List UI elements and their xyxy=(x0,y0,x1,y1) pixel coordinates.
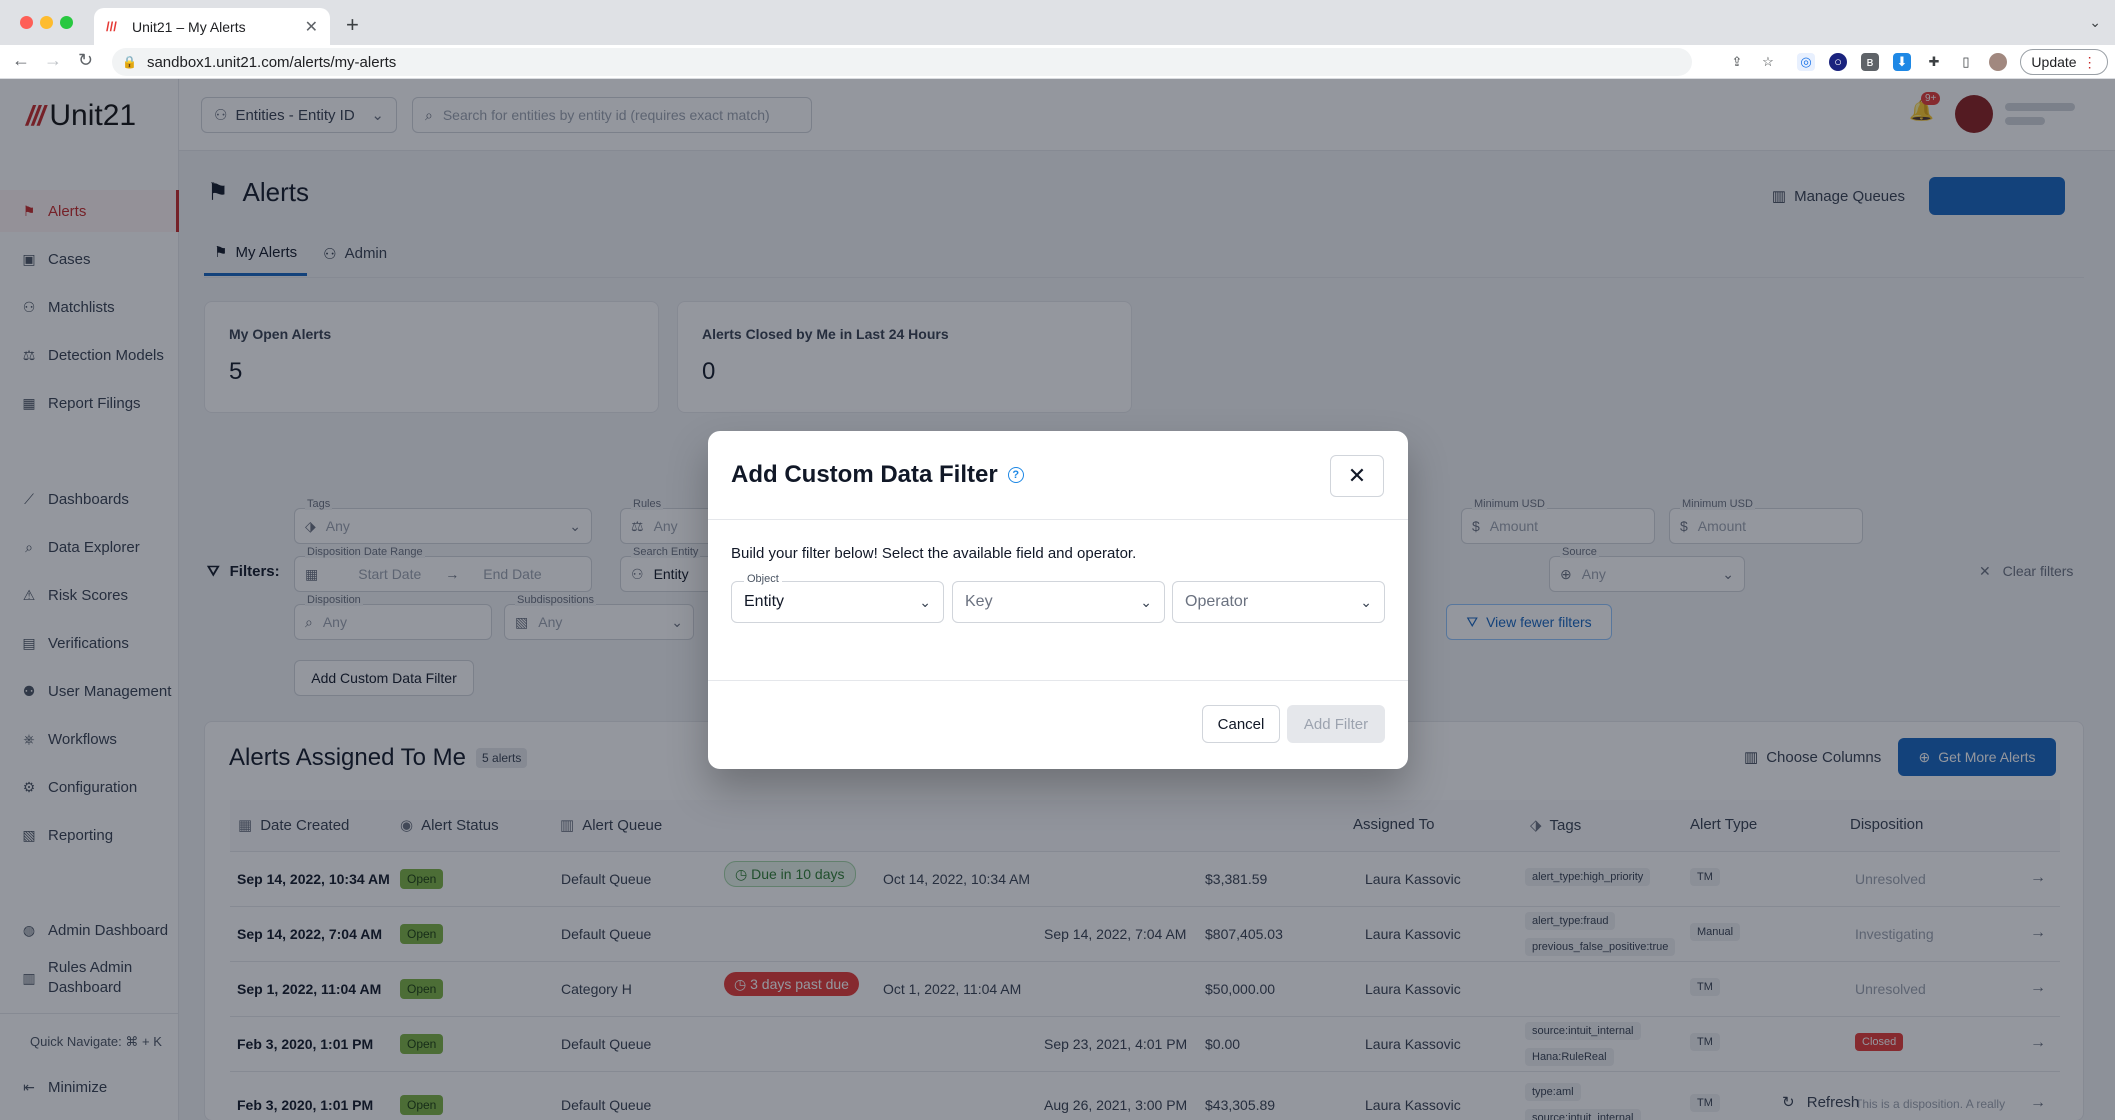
modal-description: Build your filter below! Select the avai… xyxy=(731,545,1137,562)
back-arrow-icon[interactable]: ← xyxy=(12,50,30,71)
lock-icon: 🔒 xyxy=(122,55,137,69)
download-icon[interactable]: ⬇ xyxy=(1893,53,1911,71)
address-url: sandbox1.unit21.com/alerts/my-alerts xyxy=(146,53,397,71)
object-value: Entity xyxy=(744,593,785,610)
tab-search-chevron-icon[interactable]: ⌄ xyxy=(2089,14,2101,31)
minimize-window-button[interactable] xyxy=(40,16,53,29)
add-custom-data-filter-modal: Add Custom Data Filter ? ✕ Build your fi… xyxy=(708,431,1408,769)
close-icon: ✕ xyxy=(1347,463,1367,488)
modal-title-text: Add Custom Data Filter xyxy=(731,461,998,488)
browser-tab-title: Unit21 – My Alerts xyxy=(132,18,246,35)
reload-icon[interactable]: ↻ xyxy=(78,50,93,71)
browser-tabbar: /// Unit21 – My Alerts ✕ + ⌄ xyxy=(0,0,2115,45)
cancel-button[interactable]: Cancel xyxy=(1202,705,1280,743)
profile-avatar-icon[interactable] xyxy=(1989,53,2007,71)
browser-toolbar: ← → ↻ 🔒 sandbox1.unit21.com/alerts/my-al… xyxy=(0,45,2115,79)
extension-a-icon[interactable]: ◎ xyxy=(1797,53,1815,71)
kebab-menu-icon: ⋮ xyxy=(2082,53,2097,70)
add-filter-label: Add Filter xyxy=(1303,715,1369,733)
modal-title: Add Custom Data Filter ? xyxy=(731,461,1024,489)
close-window-button[interactable] xyxy=(20,16,33,29)
chevron-down-icon: ⌄ xyxy=(919,593,931,610)
cancel-label: Cancel xyxy=(1217,715,1265,733)
unit21-favicon-icon: /// xyxy=(106,18,117,34)
key-select[interactable]: Key ⌄ xyxy=(952,581,1165,623)
side-panel-icon[interactable]: ▯ xyxy=(1957,53,1975,71)
modal-header-divider xyxy=(708,519,1408,520)
key-placeholder: Key xyxy=(965,593,993,610)
modal-close-button[interactable]: ✕ xyxy=(1330,455,1384,497)
close-tab-icon[interactable]: ✕ xyxy=(305,17,318,37)
new-tab-icon[interactable]: + xyxy=(346,12,359,38)
object-select[interactable]: Object Entity ⌄ xyxy=(731,573,944,623)
update-button[interactable]: Update ⋮ xyxy=(2020,49,2108,75)
operator-select[interactable]: Operator ⌄ xyxy=(1172,581,1385,623)
forward-arrow-icon[interactable]: → xyxy=(44,50,62,71)
share-icon[interactable]: ⇪ xyxy=(1728,53,1746,71)
extension-c-icon[interactable]: ʙ xyxy=(1861,53,1879,71)
chevron-down-icon: ⌄ xyxy=(1360,593,1372,610)
help-icon[interactable]: ? xyxy=(1007,467,1024,483)
bookmark-star-icon[interactable]: ☆ xyxy=(1759,53,1777,71)
modal-footer-divider xyxy=(708,680,1408,681)
update-label: Update xyxy=(2031,54,2077,70)
puzzle-extensions-icon[interactable]: ✚ xyxy=(1925,53,1943,71)
address-bar[interactable]: 🔒 sandbox1.unit21.com/alerts/my-alerts xyxy=(112,48,1692,76)
add-filter-button[interactable]: Add Filter xyxy=(1287,705,1385,743)
zoom-window-button[interactable] xyxy=(60,16,73,29)
operator-placeholder: Operator xyxy=(1185,593,1249,610)
extension-b-icon[interactable]: ○ xyxy=(1829,53,1847,71)
object-caption: Object xyxy=(744,573,782,585)
browser-tab[interactable]: /// Unit21 – My Alerts ✕ xyxy=(94,8,330,45)
chevron-down-icon: ⌄ xyxy=(1140,593,1152,610)
